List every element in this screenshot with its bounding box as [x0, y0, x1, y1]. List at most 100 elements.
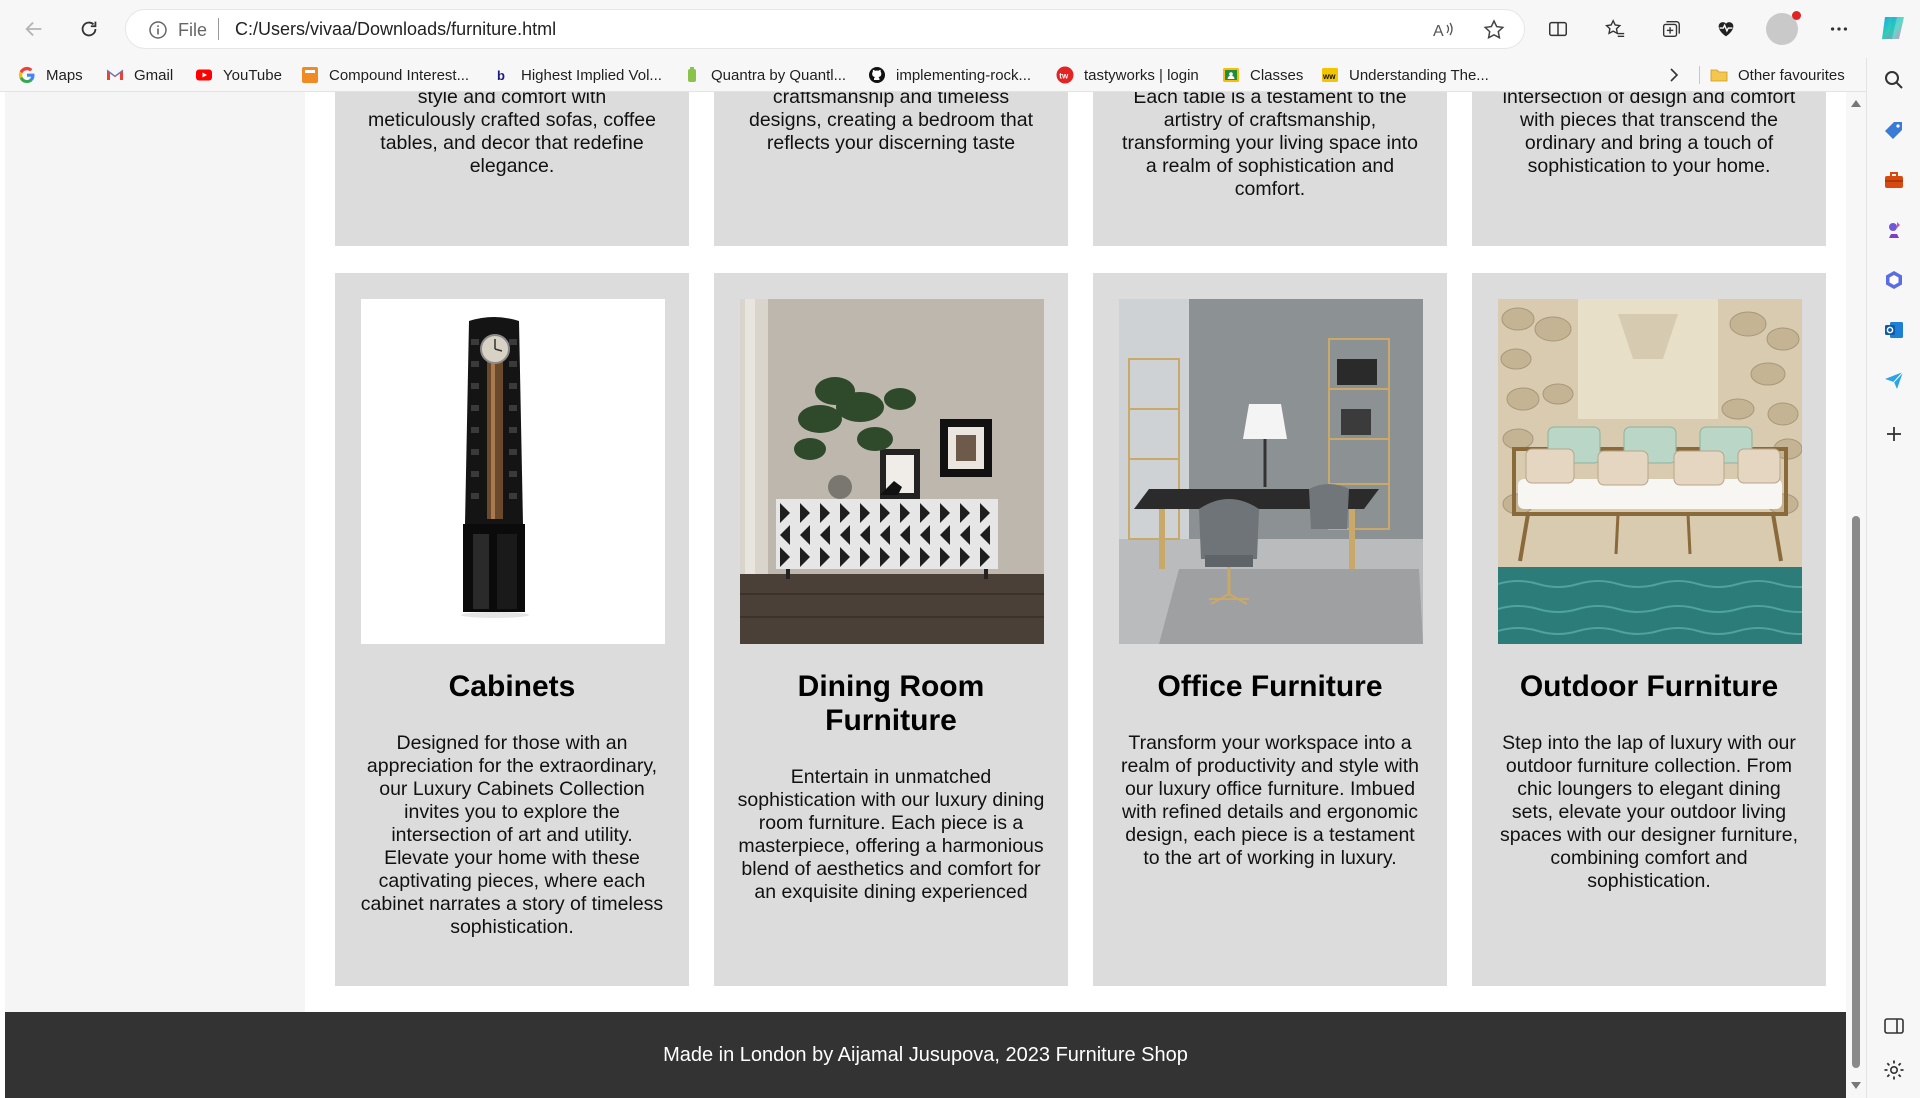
split-screen-button[interactable] [1541, 12, 1575, 46]
refresh-button[interactable] [72, 12, 106, 46]
bookmarks-bar: Maps Gmail YouTube Compound Interest... … [0, 58, 1866, 92]
google-icon [18, 66, 36, 84]
collections-button[interactable] [1654, 12, 1688, 46]
browser-toolbar: File C:/Users/vivaa/Downloads/furniture.… [0, 0, 1920, 58]
bookmark-understanding[interactable]: ww Understanding The... [1321, 64, 1489, 86]
url-text[interactable]: C:/Users/vivaa/Downloads/furniture.html [235, 19, 556, 40]
scroll-down-arrow-icon[interactable] [1851, 1082, 1861, 1089]
card-description-line: tables, and decor that redefine [380, 132, 644, 154]
card-description: Transform your workspace into a realm of… [1120, 732, 1420, 869]
bookmark-quantra[interactable]: Quantra by Quantl... [683, 64, 846, 86]
chevron-right-icon[interactable] [1664, 65, 1684, 85]
bookmark-label: Quantra by Quantl... [711, 66, 847, 84]
bedroom-card: craftsmanship and timeless designs, crea… [714, 92, 1068, 246]
info-icon[interactable] [148, 20, 168, 40]
heart-pulse-icon [1718, 22, 1734, 37]
card-title: Cabinets [448, 670, 576, 703]
collections-icon [1662, 20, 1680, 38]
folder-icon [1710, 66, 1728, 84]
card-description-line: ordinary and bring a touch of [1524, 132, 1774, 154]
calculator-site-icon [301, 66, 319, 84]
url-scheme: File [178, 20, 208, 40]
bookmark-tastyworks[interactable]: tw tastyworks | login [1056, 64, 1199, 86]
outdoor-illustration [1498, 299, 1802, 644]
office-desk-image [1119, 299, 1423, 644]
svg-text:ww: ww [1322, 72, 1336, 81]
card-description: style and comfort with meticulously craf… [335, 92, 689, 178]
scroll-up-arrow-icon[interactable] [1851, 100, 1861, 107]
copilot-icon[interactable] [1876, 11, 1910, 45]
profile-avatar[interactable] [1766, 11, 1801, 45]
microsoft365-icon[interactable] [1882, 268, 1906, 292]
decor-card: intersection of design and comfort with … [1472, 92, 1826, 246]
url-separator [218, 18, 219, 40]
dining-sideboard-image [740, 299, 1044, 644]
bookmark-implied-vol[interactable]: b Highest Implied Vol... [493, 64, 662, 86]
search-icon[interactable] [1882, 68, 1906, 92]
luxury-cabinet-image [361, 299, 665, 644]
favorite-star-icon[interactable] [1482, 18, 1506, 42]
bookmark-github[interactable]: implementing-rock... [868, 64, 1031, 86]
bookmark-label: Compound Interest... [329, 66, 470, 84]
card-description-line: with pieces that transcend the [1520, 109, 1778, 131]
address-bar[interactable]: File C:/Users/vivaa/Downloads/furniture.… [125, 9, 1525, 49]
office-card: Office Furniture Transform your workspac… [1093, 273, 1447, 986]
add-icon[interactable] [1882, 422, 1906, 446]
card-title: Outdoor Furniture [1519, 670, 1779, 703]
tag-icon[interactable] [1882, 118, 1906, 142]
youtube-icon [195, 66, 213, 84]
card-description: Each table is a testament to the artistr… [1093, 92, 1447, 201]
footer-text: Made in London by Aijamal Jusupova, 2023… [663, 1043, 1188, 1066]
refresh-icon [81, 21, 97, 37]
card-description: Designed for those with an appreciation … [360, 732, 664, 938]
card-description: craftsmanship and timeless designs, crea… [714, 92, 1068, 155]
bookmark-label: Classes [1250, 66, 1304, 84]
card-description-line: designs, creating a bedroom that [748, 109, 1033, 131]
svg-text:A: A [1433, 23, 1444, 40]
card-description-line: Each table is a testament to the [1133, 92, 1407, 108]
office-illustration [1119, 299, 1423, 644]
bookmark-label: YouTube [223, 66, 282, 84]
sidebar-panel-icon[interactable] [1882, 1014, 1906, 1038]
svg-text:b: b [497, 68, 505, 83]
page-footer: Made in London by Aijamal Jusupova, 2023… [5, 1012, 1846, 1098]
card-description-line: artistry of craftsmanship, [1163, 109, 1377, 131]
scrollbar-thumb[interactable] [1852, 516, 1860, 1068]
back-button[interactable] [17, 12, 51, 46]
split-screen-icon [1549, 21, 1567, 37]
briefcase-icon[interactable] [1882, 168, 1906, 192]
svg-text:tw: tw [1059, 72, 1069, 81]
vertical-scrollbar[interactable] [1846, 92, 1866, 1098]
bookmark-youtube[interactable]: YouTube [195, 64, 282, 86]
other-favourites[interactable]: Other favourites [1710, 64, 1845, 86]
arrow-left-icon [25, 21, 42, 37]
favorites-button[interactable] [1598, 12, 1632, 46]
more-dots-icon [1830, 27, 1848, 31]
favorites-icon [1605, 19, 1625, 38]
outdoor-sofa-image [1498, 299, 1802, 644]
bookmark-compound-interest[interactable]: Compound Interest... [301, 64, 469, 86]
outlook-icon[interactable] [1882, 318, 1906, 342]
games-icon[interactable] [1882, 218, 1906, 242]
card-description: Entertain in unmatched sophistication wi… [737, 766, 1045, 903]
bookmark-label: Understanding The... [1349, 66, 1489, 84]
bookmark-gmail[interactable]: Gmail [106, 64, 173, 86]
sideboard-illustration [740, 299, 1044, 644]
other-favourites-label: Other favourites [1738, 66, 1845, 84]
content-area: style and comfort with meticulously craf… [305, 92, 1846, 1012]
card-description-line: style and comfort with [417, 92, 607, 108]
page-viewport: style and comfort with meticulously craf… [5, 92, 1846, 1098]
living-room-card: style and comfort with meticulously craf… [335, 92, 689, 246]
bing-icon: b [493, 66, 511, 84]
bookmark-label: Highest Implied Vol... [521, 66, 662, 84]
bookmark-maps[interactable]: Maps [18, 64, 83, 86]
send-icon[interactable] [1882, 368, 1906, 392]
read-aloud-icon[interactable]: A [1431, 18, 1455, 42]
gmail-icon [106, 66, 124, 84]
bookmark-classes[interactable]: Classes [1222, 64, 1303, 86]
gear-icon[interactable] [1882, 1058, 1906, 1082]
card-description-line: sophistication to your home. [1527, 155, 1771, 177]
bookmarks-divider [1699, 66, 1700, 84]
settings-more-button[interactable] [1822, 12, 1856, 46]
browser-essentials-button[interactable] [1709, 12, 1743, 46]
